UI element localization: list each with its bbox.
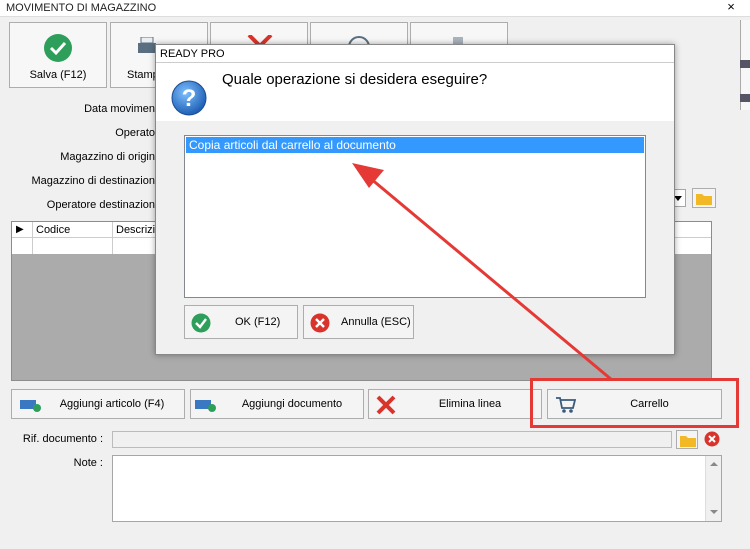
cancel-label: Annulla (ESC) xyxy=(341,316,411,328)
dialog-title: READY PRO xyxy=(160,48,225,60)
folder-icon-2 xyxy=(680,436,696,447)
note-label: Note : xyxy=(73,457,103,469)
note-scrollbar[interactable] xyxy=(705,456,721,521)
add-article-label: Aggiungi articolo (F4) xyxy=(59,398,165,410)
cancel-x-icon xyxy=(310,313,330,333)
list-item[interactable]: Copia articoli dal carrello al documento xyxy=(186,137,644,153)
label-magazzino-destinazione: Magazzino di destinazion xyxy=(31,175,155,187)
ready-pro-dialog: READY PRO ? Quale operazione si desidera… xyxy=(155,44,675,355)
clear-icon[interactable] xyxy=(704,431,720,447)
delete-line-button[interactable]: Elimina linea xyxy=(368,389,542,419)
scroll-up-icon[interactable] xyxy=(709,460,719,468)
svg-text:?: ? xyxy=(182,85,197,112)
grid-cell xyxy=(32,238,33,254)
check-icon xyxy=(44,34,72,62)
cancel-button[interactable]: Annulla (ESC) xyxy=(303,305,414,339)
scroll-down-icon[interactable] xyxy=(709,508,719,516)
label-magazzino-origine: Magazzino di origin xyxy=(60,151,155,163)
save-button[interactable]: Salva (F12) xyxy=(9,22,107,88)
label-operatore-destinazione: Operatore destinazion xyxy=(46,199,155,211)
rif-documento-browse-button[interactable] xyxy=(676,430,698,449)
rif-documento-field[interactable] xyxy=(112,431,672,448)
note-textarea[interactable] xyxy=(112,455,722,522)
column-header-codice[interactable]: Codice xyxy=(32,222,112,238)
add-article-button[interactable]: Aggiungi articolo (F4) xyxy=(11,389,185,419)
question-icon: ? xyxy=(171,80,207,116)
label-data-movimento: Data movimen xyxy=(84,103,155,115)
label-operatore: Operato xyxy=(115,127,155,139)
operations-listbox[interactable]: Copia articoli dal carrello al documento xyxy=(184,135,646,298)
add-document-button[interactable]: Aggiungi documento xyxy=(190,389,364,419)
right-edge-control-2[interactable] xyxy=(740,94,750,102)
grid-cell-2 xyxy=(112,238,113,254)
close-icon[interactable]: × xyxy=(724,0,738,14)
row-selector-icon: ▶ xyxy=(16,224,24,235)
window-titlebar: MOVIMENTO DI MAGAZZINO × xyxy=(0,0,750,17)
save-label: Salva (F12) xyxy=(29,69,87,81)
window-title: MOVIMENTO DI MAGAZZINO xyxy=(6,2,157,14)
rif-documento-label: Rif. documento : xyxy=(22,433,103,445)
dialog-titlebar: READY PRO xyxy=(156,45,674,63)
delete-line-label: Elimina linea xyxy=(438,398,502,410)
right-edge-control[interactable] xyxy=(740,60,750,68)
ok-label: OK (F12) xyxy=(235,316,281,328)
ok-check-icon xyxy=(191,313,211,333)
dialog-question: Quale operazione si desidera eseguire? xyxy=(222,71,488,88)
add-document-label: Aggiungi documento xyxy=(241,398,343,410)
ok-button[interactable]: OK (F12) xyxy=(184,305,298,339)
annotation-highlight-box xyxy=(530,378,739,428)
folder-icon xyxy=(696,194,712,205)
operatore-destinazione-browse-button[interactable] xyxy=(692,188,716,208)
